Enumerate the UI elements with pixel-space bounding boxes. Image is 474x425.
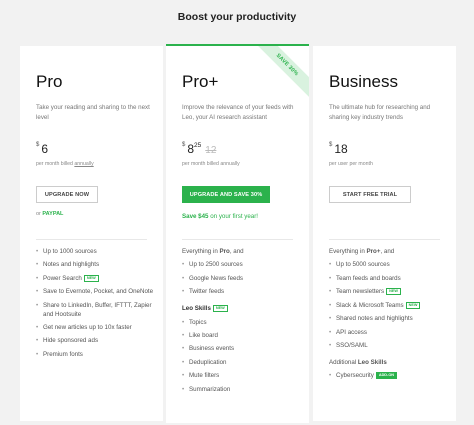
paypal-link[interactable]: PAYPAL — [42, 211, 63, 217]
plan-card-pro: Pro Take your reading and sharing to the… — [20, 46, 163, 421]
savings-text: on your first year! — [208, 213, 259, 220]
intro-text: Everything in — [182, 248, 220, 255]
price-note: per user per month — [329, 161, 373, 167]
plan-price: $6 — [36, 142, 48, 156]
intro-suffix: , and — [380, 248, 395, 255]
skill-item: Mute filters — [182, 372, 304, 381]
feature-item: Twitter feeds — [182, 288, 304, 297]
divider — [36, 239, 147, 240]
plan-description: The ultimate hub for researching and sha… — [329, 104, 431, 121]
feature-intro: Everything in Pro, and — [182, 248, 304, 257]
feature-item: Team feeds and boards — [329, 275, 451, 284]
feature-item: Up to 2500 sources — [182, 261, 304, 270]
skill-item: Business events — [182, 345, 304, 354]
feature-list: Everything in Pro+, and Up to 5000 sourc… — [329, 248, 451, 386]
feature-item: Get new articles up to 10x faster — [36, 324, 158, 333]
skill-item: CybersecurityADD-ON — [329, 372, 451, 381]
plan-price: $825 12 — [182, 142, 216, 156]
new-badge: NEW — [386, 288, 402, 296]
currency-symbol: $ — [36, 142, 40, 148]
upgrade-and-save-button[interactable]: UPGRADE AND SAVE 30% — [182, 186, 270, 203]
skill-item: Summarization — [182, 386, 304, 395]
plan-title: Pro+ — [182, 72, 219, 91]
feature-intro: Everything in Pro+, and — [329, 248, 451, 257]
feature-item: Hide sponsored ads — [36, 337, 158, 346]
currency-symbol: $ — [182, 142, 186, 148]
price-note: per month billed annually — [182, 161, 240, 167]
new-badge: NEW — [212, 305, 228, 313]
skill-text: Cybersecurity — [336, 372, 374, 380]
price-cents: 25 — [194, 142, 202, 149]
skill-item: Like board — [182, 332, 304, 341]
additional-text: Additional — [329, 358, 358, 366]
feature-text: Power Search — [43, 274, 82, 282]
skill-item: Deduplication — [182, 359, 304, 368]
skills-heading: Leo Skills NEW — [182, 305, 304, 314]
feature-item: Premium fonts — [36, 351, 158, 360]
divider — [182, 239, 293, 240]
feature-item: SSO/SAML — [329, 342, 451, 351]
intro-text: Everything in — [329, 248, 367, 255]
feature-item: Slack & Microsoft TeamsNEW — [329, 301, 451, 311]
plan-card-pro-plus: SAVE 30% Pro+ Improve the relevance of y… — [166, 44, 309, 423]
price-note-text: per month billed — [36, 161, 75, 167]
additional-skills-heading: Additional Leo Skills — [329, 359, 451, 368]
feature-item: Power SearchNEW — [36, 274, 158, 284]
feature-item: Google News feeds — [182, 275, 304, 284]
feature-text: Team newsletters — [336, 288, 385, 296]
plan-price: $18 — [329, 142, 348, 156]
skill-item: Topics — [182, 319, 304, 328]
feature-item: Up to 1000 sources — [36, 248, 158, 257]
feature-item: Share to LinkedIn, Buffer, IFTTT, Zapier… — [36, 302, 158, 320]
price-amount: 18 — [334, 142, 348, 156]
feature-text: Slack & Microsoft Teams — [336, 301, 404, 309]
price-note: per month billed annually — [36, 161, 94, 167]
intro-suffix: , and — [229, 248, 244, 255]
plan-title: Business — [329, 72, 398, 91]
feature-item: Notes and highlights — [36, 261, 158, 270]
billing-link[interactable]: annually — [74, 161, 93, 167]
feature-list: Up to 1000 sources Notes and highlights … — [36, 248, 158, 364]
intro-plan: Pro+ — [366, 248, 381, 255]
feature-item: Up to 5000 sources — [329, 261, 451, 270]
currency-symbol: $ — [329, 142, 333, 148]
feature-item: API access — [329, 329, 451, 338]
new-badge: NEW — [405, 301, 421, 309]
old-price: 12 — [205, 145, 217, 156]
intro-plan: Pro — [219, 248, 230, 255]
start-free-trial-button[interactable]: START FREE TRIAL — [329, 186, 411, 203]
add-on-badge: ADD-ON — [375, 372, 398, 380]
feature-item: Team newslettersNEW — [329, 288, 451, 297]
divider — [329, 239, 440, 240]
feature-item: Save to Evernote, Pocket, and OneNote — [36, 288, 158, 297]
skills-title: Leo Skills — [182, 305, 211, 313]
feature-list: Everything in Pro, and Up to 2500 source… — [182, 248, 304, 399]
plan-description: Improve the relevance of your feeds with… — [182, 104, 294, 121]
plan-title: Pro — [36, 72, 63, 91]
feature-item: Shared notes and highlights — [329, 315, 451, 324]
price-amount: 6 — [41, 142, 49, 156]
save-ribbon: SAVE 30% — [252, 46, 309, 100]
paypal-option: or PAYPAL — [36, 211, 63, 217]
savings-note: Save $45 on your first year! — [182, 213, 258, 220]
upgrade-now-button[interactable]: UPGRADE NOW — [36, 186, 98, 203]
additional-skills: Leo Skills — [357, 358, 387, 366]
plan-card-business: Business The ultimate hub for researchin… — [313, 46, 456, 421]
savings-amount: Save $45 — [182, 213, 209, 220]
page-heading: Boost your productivity — [177, 11, 297, 23]
new-badge: NEW — [83, 274, 99, 282]
plan-description: Take your reading and sharing to the nex… — [36, 104, 150, 121]
